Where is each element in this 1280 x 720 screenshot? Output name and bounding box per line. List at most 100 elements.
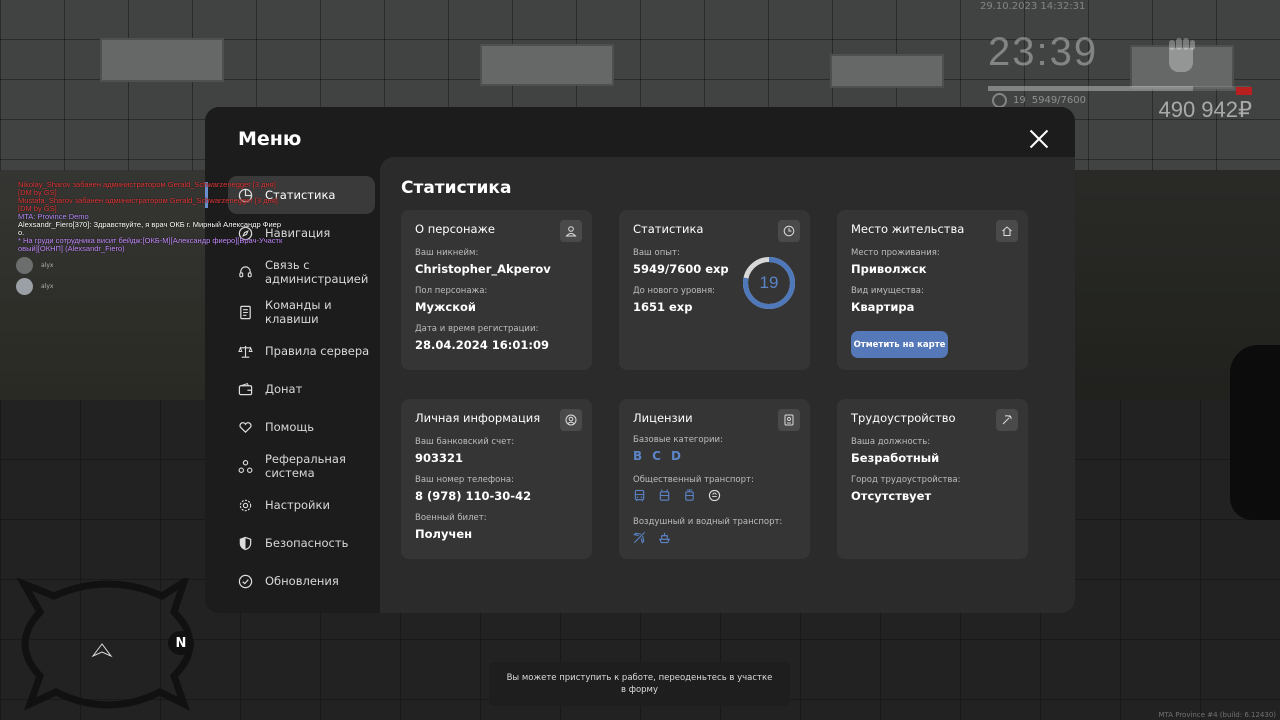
scales-icon (238, 345, 253, 358)
hud-money: 490 942₽ (1158, 97, 1252, 122)
field-work-city: Город трудоустройства: Отсутствует (851, 475, 961, 504)
card-residence: Место жительства Место проживания: Приво… (837, 210, 1028, 370)
field-label: Ваш номер телефона: (415, 475, 514, 485)
trolleybus-icon (659, 489, 670, 501)
pickaxe-icon (1002, 415, 1012, 425)
field-military: Военный билет: Получен (415, 513, 487, 542)
card-employment: Трудоустройство Ваша должность: Безработ… (837, 399, 1028, 559)
field-public-transport: Общественный транспорт: (633, 475, 754, 486)
version-watermark: MTA Province #4 (build: 6.12430) (1158, 711, 1276, 719)
hud-date: 29.10.2023 14:32:31 (980, 1, 1086, 12)
nav-item-help[interactable]: Помощь (228, 408, 375, 446)
nav-item-referral[interactable]: Реферальная система (228, 446, 375, 486)
player-item: alyx (16, 256, 53, 275)
field-label: Дата и время регистрации: (415, 324, 539, 334)
headset-icon (239, 265, 252, 277)
field-value: 903321 (415, 451, 464, 465)
field-place: Место проживания: Приволжск (851, 248, 940, 277)
card-personal-info: Личная информация Ваш банковский счет: 9… (401, 399, 592, 559)
license-category: C (652, 449, 661, 463)
house-icon (1002, 226, 1012, 236)
field-label: Город трудоустройства: (851, 475, 961, 485)
taxi-icon (708, 489, 721, 502)
chat-message: овый][ОКНП] (Alexsandr_Fiero) (18, 244, 125, 253)
field-label: Ваш опыт: (633, 248, 680, 258)
chat-log: Nikolay_Sharov забанен администратором G… (18, 181, 358, 253)
field-label: Ваш банковский счет: (415, 437, 515, 447)
player-list: alyx alyx (16, 256, 53, 298)
field-value: 8 (978) 110-30-42 (415, 489, 532, 503)
nav-label: Безопасность (265, 536, 349, 550)
nav-item-rules[interactable]: Правила сервера (228, 332, 375, 370)
field-label: Пол персонажа: (415, 286, 488, 296)
field-value: Квартира (851, 300, 915, 314)
field-label: Общественный транспорт: (633, 475, 754, 485)
field-value: Отсутствует (851, 489, 932, 503)
card-icon-box (996, 220, 1018, 242)
nav-label: Донат (265, 382, 303, 396)
nav-item-donate[interactable]: Донат (228, 370, 375, 408)
nav-item-commands[interactable]: Команды и клавиши (228, 292, 375, 332)
nav-item-settings[interactable]: Настройки (228, 486, 375, 524)
field-value: 28.04.2024 16:01:09 (415, 338, 549, 352)
field-position: Ваша должность: Безработный (851, 437, 939, 466)
heart-hand-icon (239, 421, 252, 433)
card-title: Статистика (633, 222, 704, 236)
license-category: D (670, 449, 681, 463)
check-circle-icon (238, 574, 253, 588)
field-label: Место проживания: (851, 248, 940, 258)
license-categories: B C D (633, 449, 681, 463)
nav-item-updates[interactable]: Обновления (228, 562, 375, 600)
card-character: О персонаже Ваш никнейм: Christopher_Akp… (401, 210, 592, 370)
nav-label: Реферальная система (265, 452, 346, 480)
card-statistics: Статистика Ваш опыт: 5949/7600 exp До но… (619, 210, 810, 370)
clock-icon (783, 225, 795, 237)
field-phone: Ваш номер телефона: 8 (978) 110-30-42 (415, 475, 531, 504)
card-icon-box (778, 409, 800, 431)
card-title: Личная информация (415, 411, 541, 425)
job-notice: Вы можете приступить к работе, переодень… (489, 662, 790, 706)
page-title: Статистика (401, 178, 512, 198)
field-label: Ваш никнейм: (415, 248, 479, 258)
id-card-icon (784, 414, 794, 426)
field-label: Вид имущества: (851, 286, 924, 296)
field-registration: Дата и время регистрации: 28.04.2024 16:… (415, 324, 549, 353)
mark-on-map-button[interactable]: Отметить на карте (851, 331, 948, 358)
referral-icon (238, 459, 253, 473)
public-transport-icons (633, 489, 721, 502)
gear-icon (239, 499, 252, 511)
license-category: B (633, 449, 643, 463)
nav-item-contact-admin[interactable]: Связь с администрацией (228, 252, 375, 292)
hud-level: 19 5949/7600 (992, 93, 1086, 108)
shield-icon (239, 536, 252, 550)
hud-level-number: 19 (1013, 95, 1026, 106)
chat-message: Mustafa_Sharov забанен администратором G… (18, 196, 278, 205)
nav-label: Помощь (265, 420, 315, 434)
field-air-water-transport: Воздушный и водный транспорт: (633, 517, 782, 528)
close-button[interactable] (1027, 127, 1051, 151)
field-bank: Ваш банковский счет: 903321 (415, 437, 514, 466)
plane-icon (633, 531, 646, 544)
north-icon: N (168, 631, 194, 655)
card-licenses: Лицензии Базовые категории: B C D Общест… (619, 399, 810, 559)
ship-icon (659, 532, 670, 544)
field-value: Мужской (415, 300, 476, 314)
card-title: Трудоустройство (851, 411, 956, 425)
air-water-transport-icons (633, 531, 671, 544)
field-nickname: Ваш никнейм: Christopher_Akperov (415, 248, 551, 277)
nav-label: Правила сервера (265, 344, 370, 358)
field-next-level: До нового уровня: 1651 exp (633, 286, 715, 315)
nav-label: Связь с администрацией (265, 258, 369, 286)
field-label: Базовые категории: (633, 435, 723, 445)
field-value: Безработный (851, 451, 940, 465)
hud-time: 23:39 (988, 30, 1099, 74)
hud-exp-bar-fill (988, 86, 1194, 91)
player-name: alyx (41, 262, 54, 269)
bus-icon (634, 489, 645, 502)
card-title: Лицензии (633, 411, 693, 425)
chat-message: Nikolay_Sharov забанен администратором G… (18, 180, 276, 189)
field-gender: Пол персонажа: Мужской (415, 286, 487, 315)
nav-item-security[interactable]: Безопасность (228, 524, 375, 562)
card-title: Место жительства (851, 222, 965, 236)
user-icon (565, 226, 577, 237)
